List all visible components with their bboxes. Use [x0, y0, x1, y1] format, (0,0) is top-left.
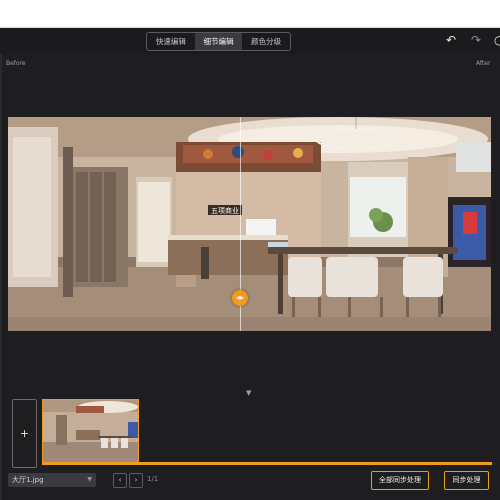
next-button[interactable]: ›: [129, 473, 143, 488]
sync-button[interactable]: 同步处理: [444, 471, 489, 490]
image-thumbnail[interactable]: [42, 399, 139, 464]
prev-button[interactable]: ‹: [113, 473, 127, 488]
before-label: Before: [6, 60, 26, 67]
left-edge: [0, 54, 2, 500]
page-indicator: 1/1: [147, 475, 159, 483]
file-select[interactable]: 大厅1.jpg ▼: [8, 473, 96, 487]
file-name: 大厅1.jpg: [12, 476, 44, 484]
tab-detail-edit[interactable]: 细节编辑: [194, 33, 243, 50]
comparison-image[interactable]: 五项商业: [8, 117, 491, 331]
after-label: After: [476, 60, 491, 67]
more-icon[interactable]: ○: [494, 32, 500, 49]
tab-color-grading[interactable]: 颜色分级: [242, 33, 290, 50]
undo-icon[interactable]: ↶: [446, 32, 456, 49]
tab-quick-edit[interactable]: 快速编辑: [147, 33, 195, 50]
sync-all-button[interactable]: 全部同步处理: [371, 471, 429, 490]
comparison-slider-handle[interactable]: ◂▸: [232, 290, 248, 306]
shop-sign-text: 五项商业: [211, 206, 239, 215]
browser-top-strip: [0, 0, 500, 28]
edit-mode-tabs: 快速编辑 细节编辑 颜色分级: [146, 32, 291, 51]
redo-icon[interactable]: ↷: [471, 32, 481, 49]
collapse-chevron-icon[interactable]: ▼: [246, 389, 251, 397]
chevron-down-icon: ▼: [87, 476, 92, 483]
add-image-button[interactable]: +: [12, 399, 37, 468]
progress-bar: [42, 462, 492, 465]
